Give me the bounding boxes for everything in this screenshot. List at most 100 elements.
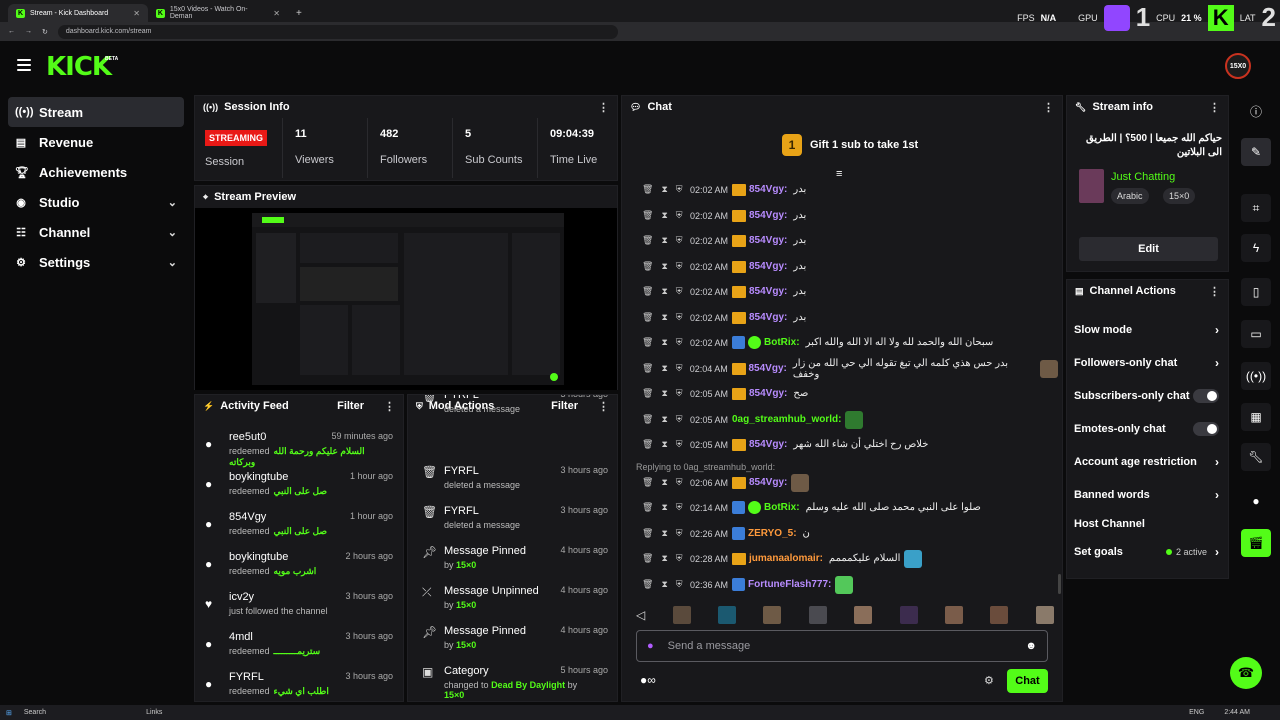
chat-username[interactable]: BotRix: xyxy=(764,502,800,513)
emote[interactable] xyxy=(990,606,1009,624)
chat-username[interactable]: BotRix: xyxy=(764,337,800,348)
edit-icon[interactable]: ✎ xyxy=(1241,138,1271,166)
ban-icon[interactable]: ⛨ xyxy=(676,553,683,564)
chat-message[interactable]: 🗑︎ ⧗ ⛨ 02:06 AM 854Vgy: xyxy=(640,470,1058,495)
trash-icon[interactable]: 🗑︎ xyxy=(642,235,653,246)
chat-message[interactable]: 🗑︎ ⧗ ⛨ 02:02 AM 854Vgy: بدر xyxy=(640,177,1058,202)
windows-start-icon[interactable]: ⊞ xyxy=(6,709,12,717)
chat-message[interactable]: 🗑︎ ⧗ ⛨ 02:05 AM 0ag_streamhub_world: xyxy=(640,407,1058,432)
chat-username[interactable]: ZERYO_5: xyxy=(748,528,797,539)
channel-action-row[interactable]: Account age restriction › xyxy=(1074,452,1219,472)
chat-username[interactable]: 854Vgy: xyxy=(749,286,787,297)
ban-icon[interactable]: ⛨ xyxy=(676,210,683,221)
timeout-icon[interactable]: ⧗ xyxy=(661,210,667,221)
list-item[interactable]: 🗑︎ FYRFL 3 hours ago deleted a message xyxy=(416,505,608,545)
document-icon[interactable]: ▯ xyxy=(1241,278,1271,306)
list-item[interactable]: ♥ icv2y 3 hours ago just followed the chann… xyxy=(203,591,393,631)
chat-message[interactable]: 🗑︎ ⧗ ⛨ 02:26 AM ZERYO_5: ن xyxy=(640,521,1058,546)
list-item[interactable]: 🗑︎ FYRFL 3 hours ago deleted a message xyxy=(416,465,608,505)
layout-icon[interactable]: ▦ xyxy=(1241,403,1271,431)
trash-icon[interactable]: 🗑︎ xyxy=(642,363,653,374)
chat-username[interactable]: 854Vgy: xyxy=(749,439,787,450)
timeout-icon[interactable]: ⧗ xyxy=(661,235,667,246)
timeout-icon[interactable]: ⧗ xyxy=(661,528,667,539)
close-tab-icon[interactable]: ✕ xyxy=(133,9,140,18)
ban-icon[interactable]: ⛨ xyxy=(676,477,683,488)
list-item[interactable]: ● 4mdl 3 hours ago redeemed ستريمـــــــــ xyxy=(203,631,393,671)
trash-icon[interactable]: 🗑︎ xyxy=(642,261,653,272)
ban-icon[interactable]: ⛨ xyxy=(676,502,683,513)
broadcast-icon[interactable]: ((•)) xyxy=(1241,362,1271,390)
chevron-right-icon[interactable]: › xyxy=(1215,545,1219,559)
emote-picker-icon[interactable]: ◁ xyxy=(636,608,645,622)
chevron-right-icon[interactable]: › xyxy=(1215,323,1219,337)
channel-action-row[interactable]: Set goals 2 active › xyxy=(1074,542,1219,562)
sidebar-item-revenue[interactable]: ▤ Revenue xyxy=(8,127,184,157)
emote[interactable] xyxy=(718,606,737,624)
highlight-text[interactable]: 15×0 xyxy=(456,640,476,650)
list-item[interactable]: 📌︎ Message Pinned 4 hours ago by 15×0 xyxy=(416,545,608,585)
chevron-right-icon[interactable]: › xyxy=(1215,488,1219,502)
chat-message[interactable]: 🗑︎ ⧗ ⛨ 02:05 AM 854Vgy: خلاص رح اختلي أن شاء … xyxy=(640,432,1058,457)
sidebar-item-channel[interactable]: ☷ Channel ⌄ xyxy=(8,217,184,247)
trash-icon[interactable]: 🗑︎ xyxy=(642,388,653,399)
emote[interactable] xyxy=(808,606,827,624)
trash-icon[interactable]: 🗑︎ xyxy=(642,312,653,323)
emoji-icon[interactable]: ☻ xyxy=(1025,640,1037,652)
chat-username[interactable]: 854Vgy: xyxy=(749,312,787,323)
url-field[interactable]: dashboard.kick.com/stream xyxy=(57,24,618,39)
list-item[interactable]: 📌︎ Message Pinned 4 hours ago by 15×0 xyxy=(416,625,608,665)
timeout-icon[interactable]: ⧗ xyxy=(661,312,667,323)
ban-icon[interactable]: ⛨ xyxy=(676,363,683,374)
chat-username[interactable]: 854Vgy: xyxy=(749,184,787,195)
more-options-icon[interactable]: ⋮ xyxy=(1209,101,1220,114)
timeout-icon[interactable]: ⧗ xyxy=(661,414,667,425)
username[interactable]: boykingtube xyxy=(229,471,288,483)
chat-username[interactable]: 0ag_streamhub_world: xyxy=(732,414,841,425)
toggle-switch[interactable] xyxy=(1193,422,1219,436)
toggle-switch[interactable] xyxy=(1193,389,1219,403)
trash-icon[interactable]: 🗑︎ xyxy=(642,579,653,590)
timeout-icon[interactable]: ⧗ xyxy=(661,363,667,374)
trash-icon[interactable]: 🗑︎ xyxy=(642,553,653,564)
timeout-icon[interactable]: ⧗ xyxy=(661,388,667,399)
category-name[interactable]: Just Chatting xyxy=(1111,171,1175,183)
emote[interactable] xyxy=(854,606,873,624)
chevron-down-icon[interactable]: ⌄ xyxy=(168,226,177,239)
edit-button[interactable]: Edit xyxy=(1079,237,1218,261)
emote[interactable] xyxy=(672,606,691,624)
more-options-icon[interactable]: ⋮ xyxy=(384,400,395,413)
ban-icon[interactable]: ⛨ xyxy=(676,286,683,297)
trash-icon[interactable]: 🗑︎ xyxy=(642,414,653,425)
more-options-icon[interactable]: ⋮ xyxy=(598,101,609,114)
back-icon[interactable]: ← xyxy=(8,28,15,35)
channel-action-row[interactable]: Emotes-only chat xyxy=(1074,419,1219,439)
sidebar-item-stream[interactable]: ((•)) Stream xyxy=(8,97,184,127)
chat-username[interactable]: FortuneFlash777: xyxy=(748,579,831,590)
list-item[interactable]: ● boykingtube 1 hour ago redeemed صل على الن… xyxy=(203,471,393,511)
highlight-text[interactable]: 15×0 xyxy=(456,560,476,570)
chat-username[interactable]: jumanaalomair: xyxy=(749,553,823,564)
ban-icon[interactable]: ⛨ xyxy=(676,388,683,399)
infinity-icon[interactable]: ●∞ xyxy=(640,673,656,687)
chevron-down-icon[interactable]: ⌄ xyxy=(168,196,177,209)
chat-message[interactable]: 🗑︎ ⧗ ⛨ 02:36 AM FortuneFlash777: xyxy=(640,572,1058,597)
chat-message[interactable]: 🗑︎ ⧗ ⛨ 02:02 AM 854Vgy: بدر xyxy=(640,228,1058,253)
browser-tab[interactable]: K 15x0 Videos - Watch On-Deman ✕ xyxy=(148,4,288,22)
username[interactable]: FYRFL xyxy=(229,671,264,683)
trash-icon[interactable]: 🗑︎ xyxy=(642,210,653,221)
chat-username[interactable]: 854Vgy: xyxy=(749,235,787,246)
gift-sub-banner[interactable]: 1 Gift 1 sub to take 1st xyxy=(782,134,918,156)
menu-icon[interactable] xyxy=(17,59,31,71)
highlight-text[interactable]: 15×0 xyxy=(456,600,476,610)
close-tab-icon[interactable]: ✕ xyxy=(273,9,280,18)
timeout-icon[interactable]: ⧗ xyxy=(661,553,667,564)
emote[interactable] xyxy=(899,606,918,624)
emote[interactable] xyxy=(1035,606,1054,624)
list-item[interactable]: ● boykingtube 2 hours ago redeemed اشرب مويه xyxy=(203,551,393,591)
chat-username[interactable]: 854Vgy: xyxy=(749,261,787,272)
chat-message[interactable]: 🗑︎ ⧗ ⛨ 02:02 AM 854Vgy: بدر xyxy=(640,254,1058,279)
username[interactable]: boykingtube xyxy=(229,551,288,563)
list-item[interactable]: 🗑︎ FYRFL 3 hours ago deleted a message xyxy=(416,395,608,429)
ban-icon[interactable]: ⛨ xyxy=(676,184,683,195)
